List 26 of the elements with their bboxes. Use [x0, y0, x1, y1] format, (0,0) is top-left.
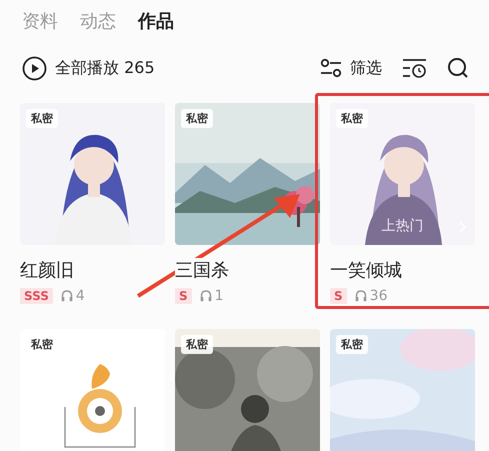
- headphones-icon: [354, 290, 367, 302]
- trending-label[interactable]: 上热门: [330, 217, 475, 235]
- play-icon: [22, 56, 47, 80]
- album-cover[interactable]: 私密: [175, 329, 320, 451]
- play-all-button[interactable]: 全部播放 265: [22, 56, 155, 80]
- headphones-icon: [200, 290, 212, 302]
- private-tag: 私密: [336, 335, 368, 354]
- filter-icon: [320, 58, 342, 78]
- album-cover[interactable]: 私密: [20, 103, 165, 245]
- private-tag: 私密: [181, 109, 213, 128]
- headphones-icon: [60, 290, 73, 302]
- private-tag: 私密: [336, 109, 368, 128]
- play-count: 1: [214, 288, 224, 304]
- play-count: 36: [370, 288, 388, 304]
- tab[interactable]: 作品: [138, 9, 174, 33]
- album-cover[interactable]: 私密: [175, 103, 320, 245]
- album-cover[interactable]: 私密: [20, 329, 165, 451]
- album-cover[interactable]: 私密: [330, 329, 475, 451]
- album-cover[interactable]: 私密 上热门: [330, 103, 475, 245]
- grade-tag: S: [330, 288, 347, 304]
- play-count: 4: [76, 288, 85, 304]
- filter-button[interactable]: 筛选: [320, 58, 382, 78]
- private-tag: 私密: [26, 109, 58, 128]
- grade-tag: S: [175, 288, 192, 304]
- grade-tag: SSS: [20, 288, 53, 304]
- private-tag: 私密: [181, 335, 213, 354]
